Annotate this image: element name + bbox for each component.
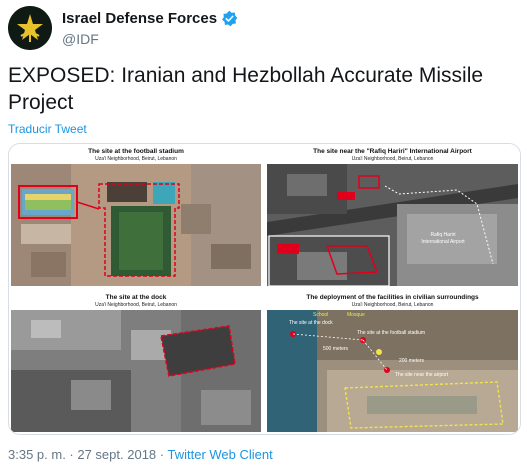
panel-subtitle: Uza'i Neighborhood, Beirut, Lebanon: [95, 302, 177, 308]
airport-label: Rafiq Hariri: [430, 232, 455, 238]
idf-emblem-icon: [8, 6, 52, 50]
tweet-header: Israel Defense Forces @IDF: [8, 6, 519, 50]
satellite-image: The site at the dock Mosque School The s…: [267, 310, 518, 432]
map-label: The site at the dock: [289, 320, 333, 326]
meta-separator: ·: [156, 447, 168, 462]
avatar[interactable]: [8, 6, 52, 50]
map-label: 500 meters: [323, 346, 349, 352]
media-panel-stadium: The site at the football stadium Uza'i N…: [9, 144, 263, 288]
satellite-image: [11, 164, 261, 286]
tweet-timestamp[interactable]: 3:35 p. m. · 27 sept. 2018: [8, 447, 156, 462]
media-panel-dock: The site at the dock Uza'i Neighborhood,…: [9, 290, 263, 434]
satellite-image: [11, 310, 261, 432]
translate-tweet-link[interactable]: Traducir Tweet: [8, 122, 87, 136]
panel-subtitle: Uza'i Neighborhood, Beirut, Lebanon: [351, 302, 434, 308]
map-label: The site at the football stadium: [357, 330, 425, 336]
map-label: The site near the airport: [395, 372, 449, 378]
media-panel-deployment: The deployment of the facilities in civi…: [265, 290, 520, 434]
map-label: 200 meters: [399, 358, 425, 364]
display-name[interactable]: Israel Defense Forces: [62, 9, 217, 28]
panel-title: The deployment of the facilities in civi…: [306, 294, 479, 301]
tweet-media[interactable]: The site at the football stadium Uza'i N…: [8, 143, 521, 435]
satellite-image: Rafiq Hariri International Airport: [267, 164, 518, 286]
media-panel-airport: The site near the "Rafiq Hariri" Interna…: [265, 144, 520, 288]
panel-subtitle: Uza'i Neighborhood, Beirut, Lebanon: [95, 156, 177, 162]
tweet-text: EXPOSED: Iranian and Hezbollah Accurate …: [8, 64, 484, 114]
tweet-source-link[interactable]: Twitter Web Client: [167, 447, 272, 462]
user-handle[interactable]: @IDF: [62, 30, 238, 48]
tweet-meta: 3:35 p. m. · 27 sept. 2018 · Twitter Web…: [8, 447, 273, 462]
panel-title: The site near the "Rafiq Hariri" Interna…: [313, 148, 472, 155]
panel-subtitle: Uza'i Neighborhood, Beirut, Lebanon: [351, 156, 434, 162]
map-label: School: [313, 312, 328, 318]
panel-title: The site at the football stadium: [88, 148, 184, 155]
map-label: Mosque: [347, 312, 365, 318]
svg-text:International Airport: International Airport: [421, 239, 465, 245]
verified-badge-icon: [222, 10, 238, 27]
panel-title: The site at the dock: [105, 294, 167, 301]
